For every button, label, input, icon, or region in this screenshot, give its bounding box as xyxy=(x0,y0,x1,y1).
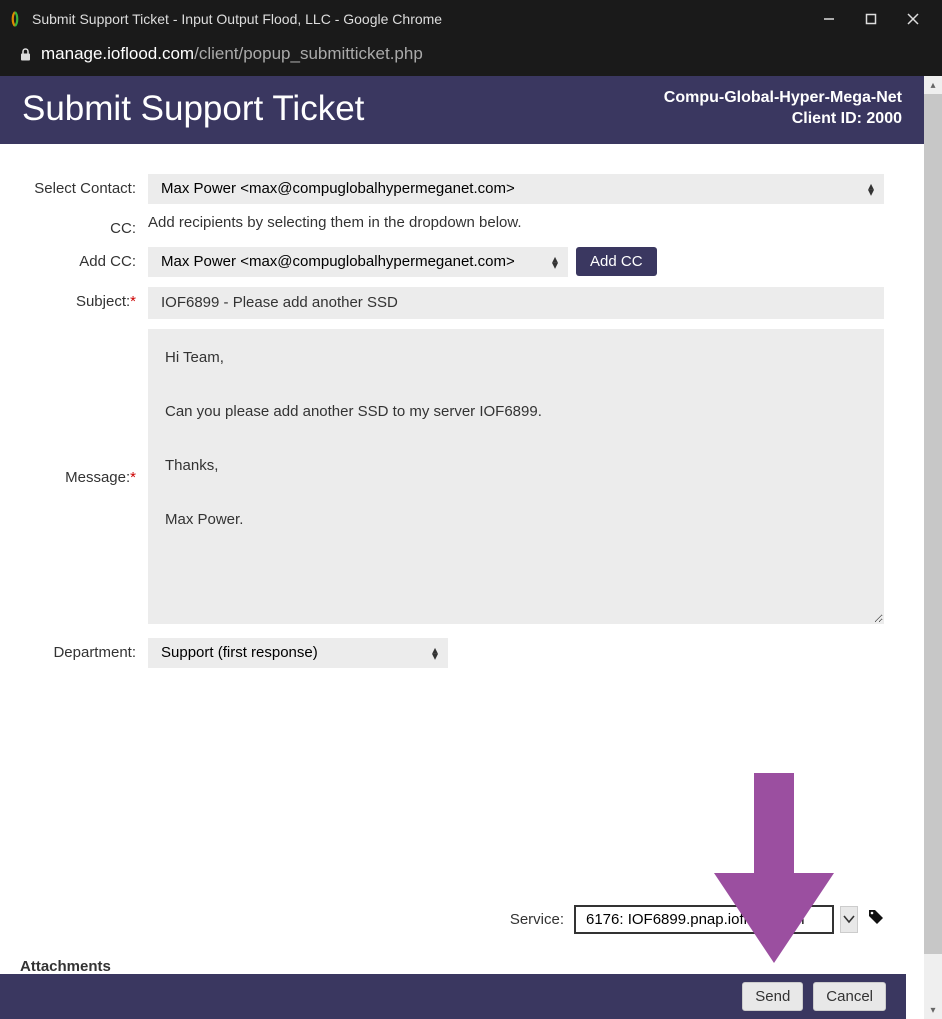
message-label: Message:* xyxy=(30,329,148,486)
scroll-up-icon[interactable]: ▴ xyxy=(924,76,942,94)
vertical-scrollbar[interactable]: ▴ ▾ xyxy=(924,76,942,1019)
cc-label: CC: xyxy=(30,214,148,237)
lock-icon xyxy=(18,47,33,62)
window-titlebar: Submit Support Ticket - Input Output Flo… xyxy=(0,0,942,38)
arrow-annotation-icon xyxy=(704,773,844,977)
page-header: Submit Support Ticket Compu-Global-Hyper… xyxy=(0,76,924,144)
add-cc-button[interactable]: Add CC xyxy=(576,247,657,276)
company-name: Compu-Global-Hyper-Mega-Net xyxy=(664,88,902,109)
service-label: Service: xyxy=(510,911,564,928)
send-button[interactable]: Send xyxy=(742,982,803,1011)
add-cc-dropdown[interactable]: Max Power <max@compuglobalhypermeganet.c… xyxy=(148,247,568,277)
footer-bar: Send Cancel xyxy=(0,974,906,1019)
tag-icon[interactable] xyxy=(868,909,884,930)
app-icon xyxy=(6,10,24,28)
subject-input[interactable] xyxy=(148,287,884,319)
add-cc-label: Add CC: xyxy=(30,247,148,270)
address-bar: manage.ioflood.com/client/popup_submitti… xyxy=(0,38,942,76)
subject-label: Subject:* xyxy=(30,287,148,310)
department-label: Department: xyxy=(30,638,148,661)
url-domain: manage.ioflood.com xyxy=(41,44,194,63)
scroll-down-icon[interactable]: ▾ xyxy=(924,1001,942,1019)
close-button[interactable] xyxy=(904,10,922,28)
page-title: Submit Support Ticket xyxy=(22,89,664,129)
url-path: /client/popup_submitticket.php xyxy=(194,44,423,63)
minimize-button[interactable] xyxy=(820,10,838,28)
window-title: Submit Support Ticket - Input Output Flo… xyxy=(32,11,820,27)
client-id: Client ID: 2000 xyxy=(664,109,902,130)
url-text[interactable]: manage.ioflood.com/client/popup_submitti… xyxy=(41,44,423,64)
scroll-thumb[interactable] xyxy=(924,94,942,954)
department-dropdown[interactable]: Support (first response) xyxy=(148,638,448,668)
message-textarea[interactable] xyxy=(148,329,884,624)
maximize-button[interactable] xyxy=(862,10,880,28)
cancel-button[interactable]: Cancel xyxy=(813,982,886,1011)
select-contact-dropdown[interactable]: Max Power <max@compuglobalhypermeganet.c… xyxy=(148,174,884,204)
cc-hint: Add recipients by selecting them in the … xyxy=(148,214,522,231)
select-contact-label: Select Contact: xyxy=(30,174,148,197)
window-controls xyxy=(820,10,936,28)
